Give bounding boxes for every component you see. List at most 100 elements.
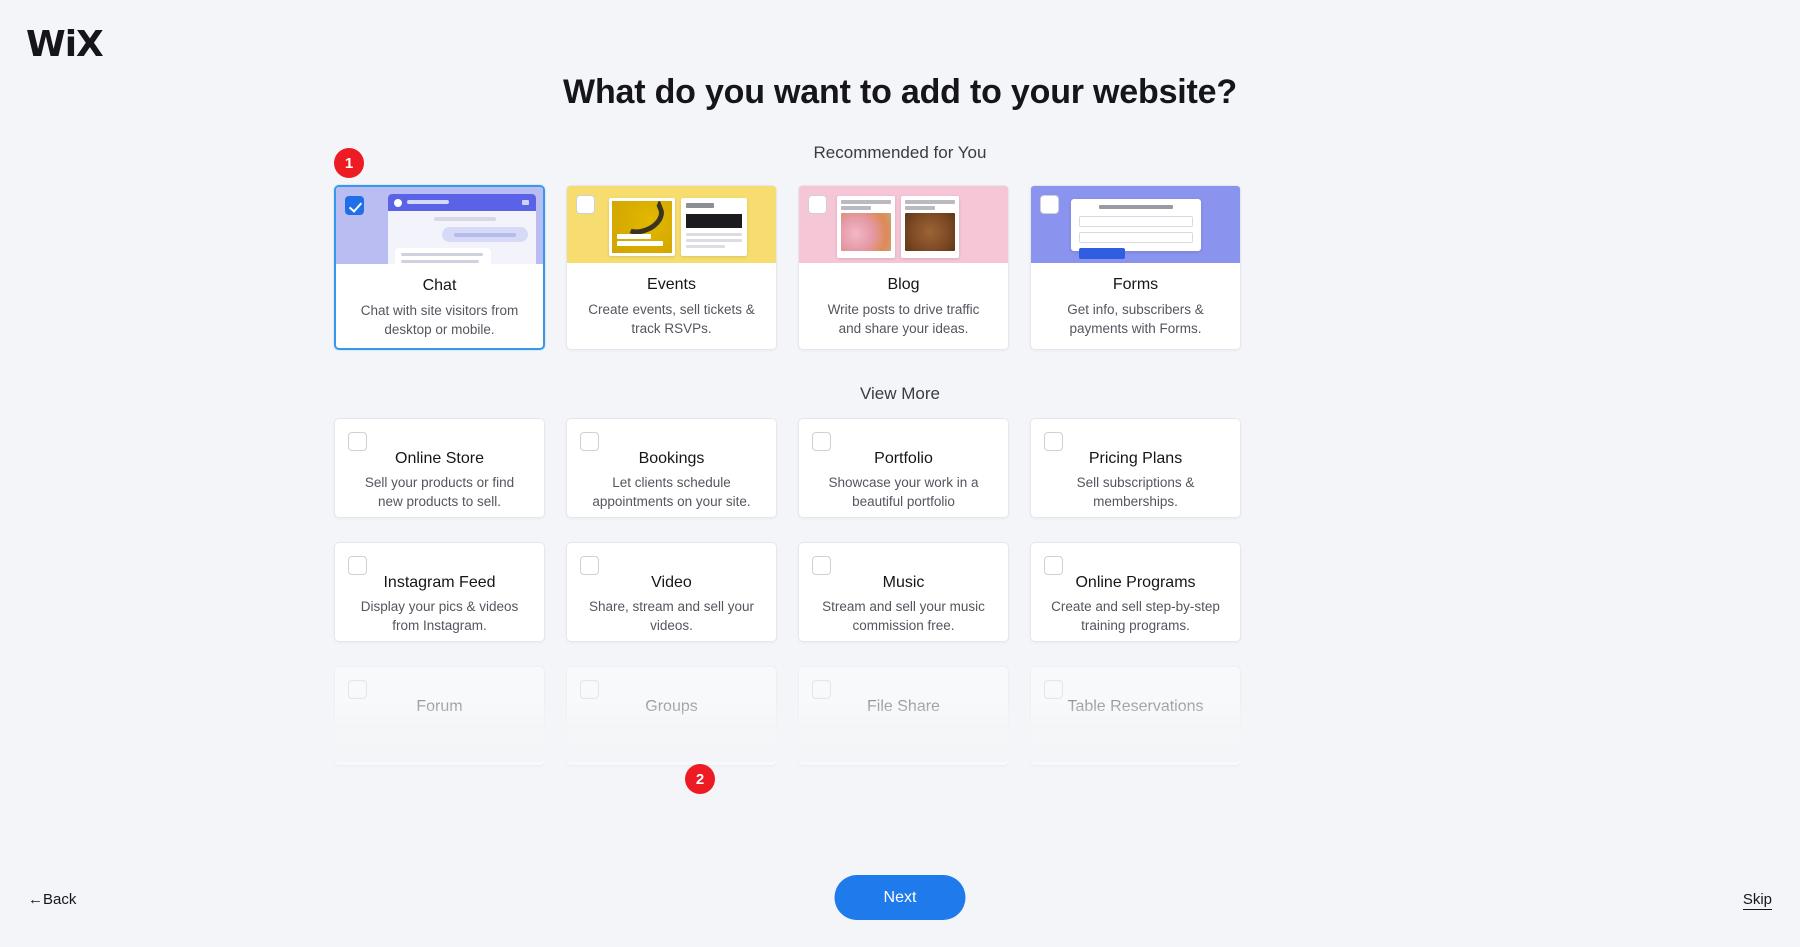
checkbox-file-share[interactable] bbox=[812, 680, 831, 699]
card-music[interactable]: Music Stream and sell your music commiss… bbox=[798, 542, 1009, 642]
card-title: Online Programs bbox=[1075, 574, 1196, 591]
checkbox-online-store[interactable] bbox=[348, 432, 367, 451]
card-groups[interactable]: Groups bbox=[566, 666, 777, 766]
card-description: Stream and sell your music commission fr… bbox=[815, 597, 992, 635]
card-description-line2: commission free. bbox=[852, 618, 955, 633]
checkbox-instagram-feed[interactable] bbox=[348, 556, 367, 575]
recommended-cards-grid: Chat Chat with site visitors from deskto… bbox=[334, 185, 1466, 350]
more-cards-grid: Online Store Sell your products or find … bbox=[334, 418, 1466, 766]
view-more-section-label: View More bbox=[860, 384, 940, 403]
card-description-line1: Get info, subscribers & bbox=[1067, 302, 1204, 317]
card-title: Forum bbox=[416, 698, 463, 715]
card-title: Online Store bbox=[395, 450, 484, 467]
chat-window-illustration bbox=[388, 194, 536, 264]
card-description-line1: Display your pics & videos bbox=[360, 599, 519, 614]
card-forms[interactable]: Forms Get info, subscribers & payments w… bbox=[1030, 185, 1241, 350]
card-title: Pricing Plans bbox=[1088, 450, 1183, 467]
card-description: Create events, sell tickets & track RSVP… bbox=[588, 300, 755, 338]
checkbox-chat[interactable] bbox=[345, 196, 364, 215]
annotation-badge-1: 1 bbox=[334, 148, 364, 178]
card-description: Write posts to drive traffic and share y… bbox=[828, 300, 980, 338]
card-title: Forms bbox=[1112, 276, 1159, 293]
page-title: What do you want to add to your website? bbox=[563, 73, 1237, 111]
recommended-section-label: Recommended for You bbox=[813, 143, 987, 162]
skip-link[interactable]: Skip bbox=[1742, 891, 1772, 910]
card-description-line2: beautiful portfolio bbox=[852, 494, 955, 509]
card-description-line1: Write posts to drive traffic bbox=[827, 302, 980, 317]
card-blog[interactable]: Blog Write posts to drive traffic and sh… bbox=[798, 185, 1009, 350]
checkbox-table-reservations[interactable] bbox=[1044, 680, 1063, 699]
checkbox-online-programs[interactable] bbox=[1044, 556, 1063, 575]
checkbox-video[interactable] bbox=[580, 556, 599, 575]
forms-thumbnail bbox=[1031, 186, 1240, 263]
card-description: Get info, subscribers & payments with Fo… bbox=[1067, 300, 1204, 338]
card-description-line2: track RSVPs. bbox=[631, 321, 712, 336]
card-description bbox=[351, 721, 528, 740]
card-description: Showcase your work in a beautiful portfo… bbox=[815, 473, 992, 511]
card-description-line2: payments with Forms. bbox=[1069, 321, 1202, 336]
card-description bbox=[815, 721, 992, 740]
next-button[interactable]: Next bbox=[834, 875, 966, 920]
card-title: Instagram Feed bbox=[383, 574, 496, 591]
card-chat[interactable]: Chat Chat with site visitors from deskto… bbox=[334, 185, 545, 350]
blog-post-illustration-2 bbox=[901, 196, 959, 258]
card-title: Groups bbox=[645, 698, 698, 715]
card-bookings[interactable]: Bookings Let clients schedule appointmen… bbox=[566, 418, 777, 518]
back-button[interactable]: ←Back bbox=[28, 891, 76, 908]
checkbox-pricing-plans[interactable] bbox=[1044, 432, 1063, 451]
card-description-line2: and share your ideas. bbox=[838, 321, 969, 336]
checkbox-groups[interactable] bbox=[580, 680, 599, 699]
card-title: File Share bbox=[867, 698, 940, 715]
checkbox-portfolio[interactable] bbox=[812, 432, 831, 451]
card-title: Portfolio bbox=[874, 450, 933, 467]
card-description-line2: appointments on your site. bbox=[592, 494, 751, 509]
events-thumbnail bbox=[567, 186, 776, 263]
card-title: Video bbox=[651, 574, 692, 591]
chat-thumbnail bbox=[336, 187, 543, 264]
checkbox-music[interactable] bbox=[812, 556, 831, 575]
card-table-reservations[interactable]: Table Reservations bbox=[1030, 666, 1241, 766]
checkbox-forum[interactable] bbox=[348, 680, 367, 699]
card-description-line1: Stream and sell your music bbox=[822, 599, 985, 614]
card-portfolio[interactable]: Portfolio Showcase your work in a beauti… bbox=[798, 418, 1009, 518]
checkbox-bookings[interactable] bbox=[580, 432, 599, 451]
card-description-line1: Create events, sell tickets & bbox=[588, 302, 755, 317]
card-description-line2: videos. bbox=[650, 618, 693, 633]
card-description-line1: Create and sell step-by-step bbox=[1051, 599, 1220, 614]
checkbox-events[interactable] bbox=[576, 195, 595, 214]
card-online-store[interactable]: Online Store Sell your products or find … bbox=[334, 418, 545, 518]
form-illustration bbox=[1071, 199, 1201, 259]
card-description: Let clients schedule appointments on you… bbox=[583, 473, 760, 511]
card-title: Events bbox=[647, 276, 696, 293]
footer-bar: ←Back Next Skip bbox=[0, 857, 1800, 947]
checkbox-blog[interactable] bbox=[808, 195, 827, 214]
card-description: Share, stream and sell your videos. bbox=[583, 597, 760, 635]
card-description-line2: memberships. bbox=[1093, 494, 1178, 509]
card-description bbox=[1047, 721, 1224, 740]
card-description: Chat with site visitors from desktop or … bbox=[361, 301, 519, 339]
card-events[interactable]: Events Create events, sell tickets & tra… bbox=[566, 185, 777, 350]
card-file-share[interactable]: File Share bbox=[798, 666, 1009, 766]
card-description-line1: Showcase your work in a bbox=[828, 475, 979, 490]
card-description-line2: from Instagram. bbox=[392, 618, 487, 633]
card-description bbox=[583, 721, 760, 740]
card-title: Table Reservations bbox=[1067, 698, 1204, 715]
event-photo-illustration bbox=[609, 198, 675, 256]
card-description: Display your pics & videos from Instagra… bbox=[351, 597, 528, 635]
card-description-line2: desktop or mobile. bbox=[384, 322, 495, 337]
event-details-illustration bbox=[681, 198, 747, 256]
card-online-programs[interactable]: Online Programs Create and sell step-by-… bbox=[1030, 542, 1241, 642]
blog-post-illustration-1 bbox=[837, 196, 895, 258]
wix-logo[interactable]: WiX bbox=[26, 24, 104, 65]
card-video[interactable]: Video Share, stream and sell your videos… bbox=[566, 542, 777, 642]
card-description: Sell subscriptions & memberships. bbox=[1047, 473, 1224, 511]
card-title: Music bbox=[882, 574, 925, 591]
card-body: Events Create events, sell tickets & tra… bbox=[567, 263, 776, 349]
card-description-line2: new products to sell. bbox=[377, 494, 502, 509]
card-forum[interactable]: Forum bbox=[334, 666, 545, 766]
card-title: Blog bbox=[887, 276, 920, 293]
card-description-line1: Sell subscriptions & bbox=[1076, 475, 1195, 490]
checkbox-forms[interactable] bbox=[1040, 195, 1059, 214]
card-instagram-feed[interactable]: Instagram Feed Display your pics & video… bbox=[334, 542, 545, 642]
card-pricing-plans[interactable]: Pricing Plans Sell subscriptions & membe… bbox=[1030, 418, 1241, 518]
